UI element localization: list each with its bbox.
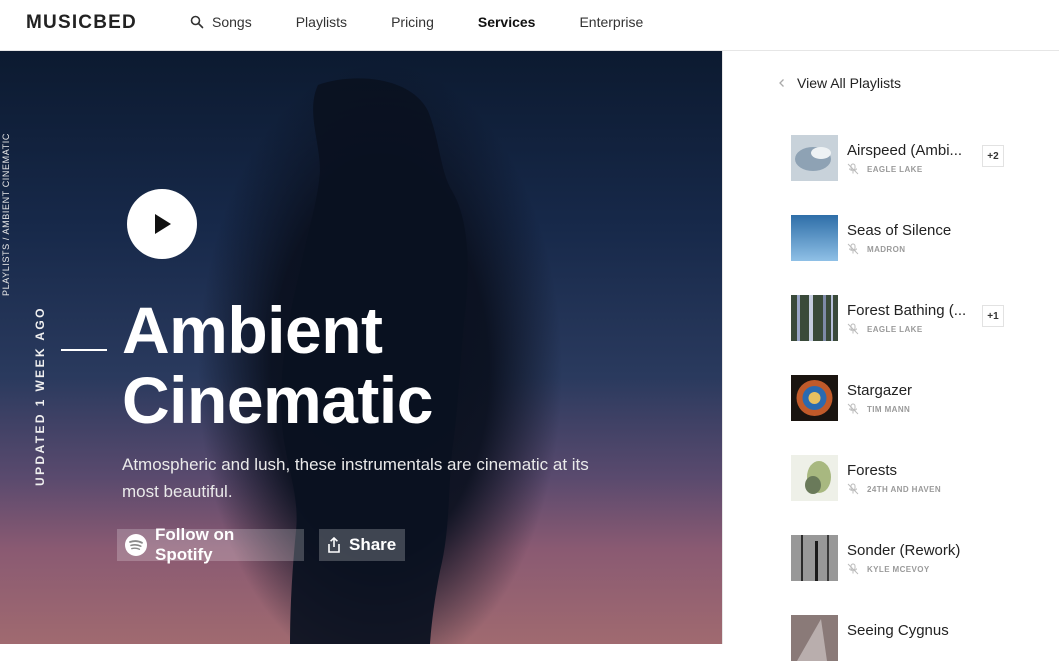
mic-off-icon [847, 563, 859, 575]
share-button[interactable]: Share [319, 529, 405, 561]
track-version-badge[interactable]: +2 [982, 145, 1004, 167]
playlist-title: Ambient Cinematic [122, 295, 433, 435]
track-item[interactable]: Forests 24TH AND HAVEN [791, 455, 1041, 503]
album-art-thumbnail [791, 455, 838, 501]
track-item[interactable]: Sonder (Rework) KYLE MCEVOY [791, 535, 1041, 583]
playlist-title-line1: Ambient [122, 293, 383, 367]
playlist-sidebar: View All Playlists Airspeed (Ambi... EAG… [722, 51, 1059, 661]
album-art-thumbnail [791, 535, 838, 581]
play-icon [155, 214, 171, 234]
track-item[interactable]: Forest Bathing (... EAGLE LAKE +1 [791, 295, 1041, 343]
mic-off-icon [847, 483, 859, 495]
view-all-playlists-link[interactable]: View All Playlists [777, 75, 901, 91]
play-button[interactable] [127, 189, 197, 259]
nav-enterprise[interactable]: Enterprise [579, 14, 643, 30]
album-art-thumbnail [791, 615, 838, 661]
share-label: Share [349, 535, 397, 554]
view-all-playlists-label: View All Playlists [797, 75, 902, 91]
track-name: Sonder (Rework) [847, 542, 961, 559]
follow-on-spotify-label: Follow on Spotify [155, 525, 235, 564]
title-accent-line [61, 349, 107, 351]
nav-songs[interactable]: Songs [190, 14, 252, 30]
mic-off-icon [847, 243, 859, 255]
playlist-title-line2: Cinematic [122, 363, 433, 437]
album-art-thumbnail [791, 215, 838, 261]
track-artist: TIM MANN [847, 403, 910, 415]
nav-playlists-label: Playlists [295, 14, 348, 30]
musicbed-logo[interactable]: MUSICBED [26, 12, 137, 34]
track-name: Forests [847, 462, 898, 479]
track-item[interactable]: Seas of Silence MADRON [791, 215, 1041, 263]
nav-songs-label: Songs [212, 14, 252, 30]
playlist-description: Atmospheric and lush, these instrumental… [122, 455, 589, 501]
share-icon [327, 537, 341, 553]
breadcrumb[interactable]: PLAYLISTS / AMBIENT CINEMATIC [1, 121, 17, 296]
search-icon [190, 15, 204, 29]
album-art-thumbnail [791, 375, 838, 421]
track-name: Seas of Silence [847, 222, 952, 239]
track-artist: MADRON [847, 243, 905, 255]
track-name: Forest Bathing (... [847, 302, 967, 319]
nav-enterprise-label: Enterprise [579, 14, 644, 30]
nav-services-label: Services [477, 14, 536, 30]
track-version-badge[interactable]: +1 [982, 305, 1004, 327]
follow-on-spotify-button[interactable]: Follow on Spotify [117, 525, 304, 564]
album-art-thumbnail [791, 295, 838, 341]
spotify-icon [125, 534, 147, 556]
nav-services[interactable]: Services [478, 14, 536, 30]
mic-off-icon [847, 403, 859, 415]
nav-pricing-label: Pricing [391, 14, 434, 30]
track-name: Airspeed (Ambi... [847, 142, 963, 159]
mic-off-icon [847, 323, 859, 335]
nav-playlists[interactable]: Playlists [296, 14, 347, 30]
track-artist: 24TH AND HAVEN [847, 483, 941, 495]
track-item[interactable]: Stargazer TIM MANN [791, 375, 1041, 423]
track-item[interactable]: Airspeed (Ambi... EAGLE LAKE +2 [791, 135, 1041, 183]
track-name: Stargazer [847, 382, 913, 399]
chevron-left-icon [779, 79, 784, 87]
track-artist: EAGLE LAKE [847, 323, 923, 335]
track-name: Seeing Cygnus [847, 622, 949, 639]
track-artist: EAGLE LAKE [847, 163, 923, 175]
track-artist: KYLE MCEVOY [847, 563, 930, 575]
top-header: MUSICBED Songs Playlists Pricing Service… [0, 0, 1059, 51]
main-nav: Songs Playlists Pricing Services Enterpr… [190, 14, 687, 30]
album-art-thumbnail [791, 135, 838, 181]
mic-off-icon [847, 163, 859, 175]
hero-banner: PLAYLISTS / AMBIENT CINEMATIC UPDATED 1 … [0, 51, 722, 644]
nav-pricing[interactable]: Pricing [391, 14, 434, 30]
track-item[interactable]: Seeing Cygnus [791, 615, 1041, 663]
